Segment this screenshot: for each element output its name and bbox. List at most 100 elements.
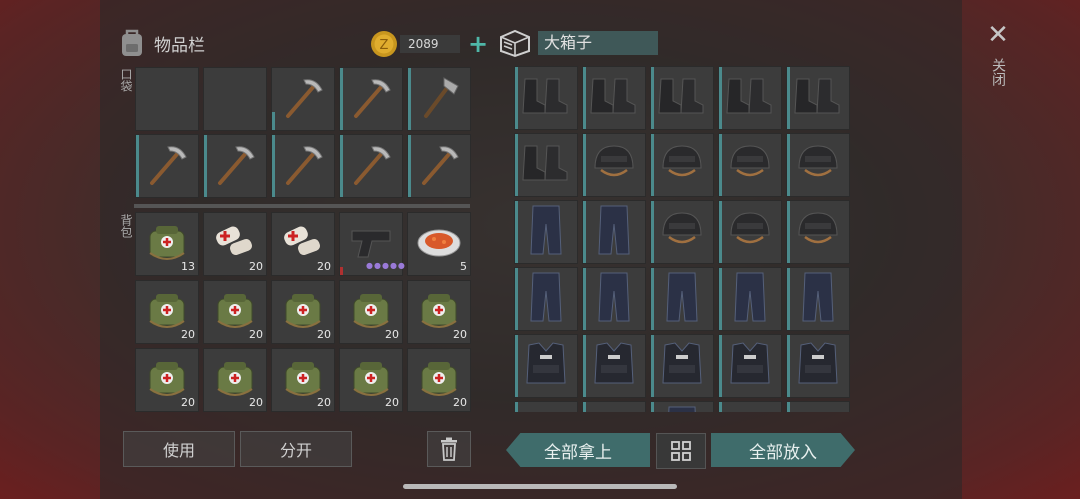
box-slot[interactable]	[718, 133, 782, 197]
box-slot[interactable]	[786, 133, 850, 197]
backpack-slot[interactable]: 20	[135, 280, 199, 344]
backpack-slot[interactable]: 20	[271, 212, 335, 276]
durability-bar	[787, 134, 790, 196]
pocket-slot[interactable]	[407, 134, 471, 198]
backpack-label: 背包	[119, 214, 133, 238]
box-slot[interactable]	[786, 267, 850, 331]
durability-bar	[787, 201, 790, 263]
backpack-slot[interactable]: 5	[407, 212, 471, 276]
box-slot[interactable]	[514, 200, 578, 264]
backpack-slot[interactable]: 20	[203, 348, 267, 412]
box-slot[interactable]	[514, 267, 578, 331]
trash-button[interactable]	[427, 431, 471, 467]
pocket-slot[interactable]	[135, 134, 199, 198]
use-button[interactable]: 使用	[123, 431, 235, 467]
inventory-header: 物品栏	[118, 28, 205, 58]
boots-icon	[519, 140, 573, 190]
box-slot[interactable]	[718, 200, 782, 264]
backpack-slot[interactable]: 20	[407, 348, 471, 412]
close-button[interactable]: ✕ 关闭	[980, 20, 1016, 86]
boots-icon	[587, 73, 641, 123]
box-slot[interactable]	[718, 267, 782, 331]
pocket-slot[interactable]	[339, 134, 403, 198]
box-slot[interactable]	[650, 66, 714, 130]
box-slot[interactable]	[582, 401, 646, 412]
box-slot[interactable]	[514, 334, 578, 398]
box-slot[interactable]	[718, 401, 782, 412]
pocket-slot[interactable]	[271, 134, 335, 198]
box-title[interactable]: 大箱子	[538, 31, 658, 55]
pants-icon	[591, 269, 637, 329]
box-slot[interactable]	[718, 334, 782, 398]
durability-bar	[719, 268, 722, 330]
item-count: 20	[317, 260, 331, 273]
pocket-label: 口袋	[119, 68, 133, 92]
durability-bar	[719, 67, 722, 129]
pocket-slot[interactable]	[203, 134, 267, 198]
pocket-slot[interactable]	[339, 67, 403, 131]
pants-icon	[523, 202, 569, 262]
backpack-slot[interactable]: 20	[407, 280, 471, 344]
box-slot[interactable]	[650, 334, 714, 398]
helmet-icon	[723, 207, 777, 257]
box-slot[interactable]	[650, 267, 714, 331]
pocket-slot[interactable]	[203, 67, 267, 131]
close-icon: ✕	[987, 20, 1009, 50]
pocket-slot[interactable]	[407, 67, 471, 131]
box-slot[interactable]	[786, 401, 850, 412]
box-slot[interactable]	[514, 401, 578, 412]
backpack-slot[interactable]: 20	[271, 348, 335, 412]
backpack-slot[interactable]: 20	[339, 348, 403, 412]
durability-bar	[651, 134, 654, 196]
durability-bar	[408, 68, 411, 130]
pocket-slot[interactable]	[271, 67, 335, 131]
box-slot[interactable]	[582, 133, 646, 197]
backpack-slot[interactable]: 20	[135, 348, 199, 412]
backpack-slot[interactable]: 20	[203, 212, 267, 276]
item-count: 20	[249, 396, 263, 409]
box-slot[interactable]	[514, 66, 578, 130]
item-count: 20	[249, 328, 263, 341]
box-slot[interactable]	[650, 200, 714, 264]
box-slot[interactable]	[582, 267, 646, 331]
boots-icon	[519, 73, 573, 123]
split-button[interactable]: 分开	[240, 431, 352, 467]
backpack-icon	[122, 29, 142, 56]
boots-icon	[723, 73, 777, 123]
pants-icon	[795, 269, 841, 329]
take-all-button[interactable]: 全部拿上	[506, 433, 650, 467]
currency-display: Z 2089 +	[370, 30, 488, 58]
box-slot[interactable]	[786, 334, 850, 398]
box-slot[interactable]	[650, 133, 714, 197]
coin-icon: Z	[371, 31, 397, 57]
item-count: 20	[181, 328, 195, 341]
pocket-slot[interactable]	[135, 67, 199, 131]
box-slot[interactable]	[650, 401, 714, 412]
backpack-slot[interactable]: 20	[271, 280, 335, 344]
box-slot[interactable]	[582, 334, 646, 398]
item-count: 20	[453, 396, 467, 409]
sort-button[interactable]	[656, 433, 706, 469]
durability-bar	[787, 268, 790, 330]
backpack-slot[interactable]: 20	[339, 280, 403, 344]
add-currency-button[interactable]: +	[468, 32, 488, 56]
durability-bar	[651, 201, 654, 263]
backpack-slot[interactable]: 13	[135, 212, 199, 276]
vest-icon	[791, 339, 845, 393]
put-all-button[interactable]: 全部放入	[711, 433, 855, 467]
durability-bar	[583, 201, 586, 263]
durability-bar	[515, 268, 518, 330]
durability-bar	[719, 134, 722, 196]
box-slot[interactable]	[514, 133, 578, 197]
durability-bar	[583, 335, 586, 397]
backpack-slot[interactable]: 20	[203, 280, 267, 344]
box-slot[interactable]	[718, 66, 782, 130]
pants-icon	[523, 269, 569, 329]
box-slot[interactable]	[786, 200, 850, 264]
backpack-slot[interactable]: ●●●●●	[339, 212, 405, 276]
box-slot[interactable]	[582, 200, 646, 264]
pants-icon	[591, 202, 637, 262]
durability-bar	[719, 201, 722, 263]
box-slot[interactable]	[786, 66, 850, 130]
box-slot[interactable]	[582, 66, 646, 130]
